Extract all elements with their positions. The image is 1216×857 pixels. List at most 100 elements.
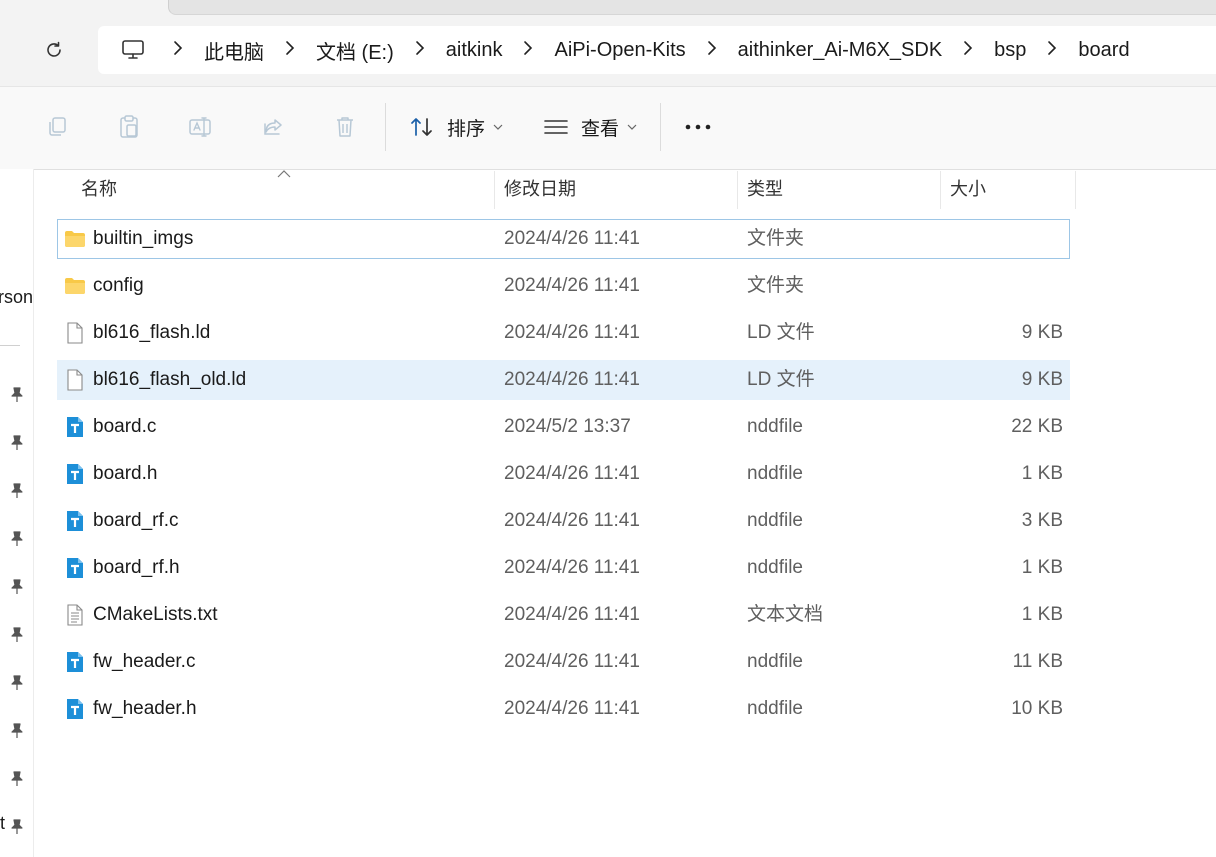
file-name: board.h bbox=[93, 463, 158, 484]
pin-icon[interactable] bbox=[8, 530, 26, 548]
pin-icon[interactable] bbox=[8, 578, 26, 596]
file-row[interactable]: board.h 2024/4/26 11:41 nddfile 1 KB bbox=[57, 454, 1070, 494]
folder-icon bbox=[64, 228, 86, 250]
breadcrumb-sdk[interactable]: aithinker_Ai-M6X_SDK bbox=[738, 39, 943, 62]
pin-icon[interactable] bbox=[8, 770, 26, 788]
file-date: 2024/4/26 11:41 bbox=[504, 369, 640, 390]
chevron-right-icon[interactable] bbox=[520, 40, 536, 61]
command-bar: 排序 查看 bbox=[0, 86, 1216, 170]
text-editor-file-icon bbox=[64, 463, 86, 485]
file-type: nddfile bbox=[747, 698, 803, 719]
file-size: 10 KB bbox=[1011, 698, 1063, 719]
chevron-down-icon bbox=[493, 123, 503, 131]
file-name: board_rf.c bbox=[93, 510, 179, 531]
pin-icon[interactable] bbox=[8, 434, 26, 452]
chevron-right-icon[interactable] bbox=[412, 40, 428, 61]
chevron-right-icon[interactable] bbox=[704, 40, 720, 61]
pin-icon[interactable] bbox=[8, 722, 26, 740]
file-size: 1 KB bbox=[1021, 604, 1063, 625]
paste-icon bbox=[120, 115, 138, 138]
nav-item-partial-label[interactable]: rson bbox=[0, 287, 33, 308]
pin-icon[interactable] bbox=[8, 386, 26, 404]
navigation-pane: rson t bbox=[0, 169, 34, 857]
file-row[interactable]: builtin_imgs 2024/4/26 11:41 文件夹 bbox=[57, 219, 1070, 259]
computer-icon bbox=[122, 40, 144, 59]
refresh-icon bbox=[47, 41, 61, 57]
text-editor-file-icon bbox=[64, 510, 86, 532]
rename-button[interactable] bbox=[183, 109, 219, 145]
column-date-modified[interactable]: 修改日期 bbox=[504, 169, 576, 209]
breadcrumb-bsp[interactable]: bsp bbox=[994, 39, 1026, 62]
chevron-right-icon[interactable] bbox=[170, 40, 186, 61]
pin-icon[interactable] bbox=[8, 818, 26, 836]
column-divider[interactable] bbox=[1075, 171, 1076, 209]
file-date: 2024/4/26 11:41 bbox=[504, 510, 640, 531]
file-size: 1 KB bbox=[1021, 557, 1063, 578]
column-divider[interactable] bbox=[737, 171, 738, 209]
chevron-right-icon[interactable] bbox=[1044, 40, 1060, 61]
more-options-button[interactable] bbox=[680, 109, 716, 145]
share-button[interactable] bbox=[255, 109, 291, 145]
file-row[interactable]: fw_header.h 2024/4/26 11:41 nddfile 10 K… bbox=[57, 689, 1070, 729]
column-divider[interactable] bbox=[494, 171, 495, 209]
column-size[interactable]: 大小 bbox=[950, 169, 986, 209]
breadcrumb-documents-drive[interactable]: 文档 (E:) bbox=[316, 36, 394, 65]
file-size: 3 KB bbox=[1021, 510, 1063, 531]
tab-strip-edge bbox=[168, 0, 1216, 15]
view-button[interactable]: 查看 bbox=[543, 109, 637, 145]
file-type: LD 文件 bbox=[747, 322, 815, 343]
address-area: 此电脑 文档 (E:) aitkink AiPi-Open-Kits aithi… bbox=[0, 0, 1216, 86]
breadcrumb-this-pc[interactable]: 此电脑 bbox=[204, 36, 264, 65]
pin-icon[interactable] bbox=[8, 626, 26, 644]
breadcrumb-aitkink[interactable]: aitkink bbox=[446, 39, 503, 62]
rename-icon bbox=[189, 117, 211, 137]
file-row[interactable]: board.c 2024/5/2 13:37 nddfile 22 KB bbox=[57, 407, 1070, 447]
this-pc-button[interactable] bbox=[116, 39, 150, 61]
file-row[interactable]: board_rf.h 2024/4/26 11:41 nddfile 1 KB bbox=[57, 548, 1070, 588]
toolbar-divider bbox=[660, 103, 661, 151]
file-type: 文件夹 bbox=[747, 228, 805, 249]
file-name: fw_header.c bbox=[93, 651, 196, 672]
paste-button[interactable] bbox=[111, 109, 147, 145]
nav-item-partial-label[interactable]: t bbox=[0, 813, 5, 834]
refresh-button[interactable] bbox=[38, 34, 70, 66]
file-row[interactable]: fw_header.c 2024/4/26 11:41 nddfile 11 K… bbox=[57, 642, 1070, 682]
file-type: 文件夹 bbox=[747, 275, 805, 296]
breadcrumb[interactable]: 此电脑 文档 (E:) aitkink AiPi-Open-Kits aithi… bbox=[98, 26, 1216, 74]
file-row[interactable]: CMakeLists.txt 2024/4/26 11:41 文本文档 1 KB bbox=[57, 595, 1070, 635]
file-icon bbox=[64, 369, 86, 391]
file-size: 9 KB bbox=[1021, 369, 1063, 390]
file-date: 2024/4/26 11:41 bbox=[504, 557, 640, 578]
toolbar-divider bbox=[385, 103, 386, 151]
file-date: 2024/4/26 11:41 bbox=[504, 651, 640, 672]
pin-icon[interactable] bbox=[8, 482, 26, 500]
file-row[interactable]: board_rf.c 2024/4/26 11:41 nddfile 3 KB bbox=[57, 501, 1070, 541]
folder-icon bbox=[64, 275, 86, 297]
pin-icon[interactable] bbox=[8, 674, 26, 692]
text-editor-file-icon bbox=[64, 698, 86, 720]
copy-button[interactable] bbox=[39, 109, 75, 145]
file-name: builtin_imgs bbox=[93, 228, 194, 249]
column-type[interactable]: 类型 bbox=[747, 169, 783, 209]
file-type: nddfile bbox=[747, 463, 803, 484]
breadcrumb-aipi-open-kits[interactable]: AiPi-Open-Kits bbox=[554, 39, 685, 62]
column-name[interactable]: 名称 bbox=[81, 169, 117, 209]
file-name: bl616_flash_old.ld bbox=[93, 369, 247, 390]
sort-button[interactable]: 排序 bbox=[409, 109, 503, 145]
sort-label: 排序 bbox=[447, 118, 486, 140]
column-divider[interactable] bbox=[940, 171, 941, 209]
delete-button[interactable] bbox=[327, 109, 363, 145]
chevron-right-icon[interactable] bbox=[960, 40, 976, 61]
file-size: 22 KB bbox=[1011, 416, 1063, 437]
chevron-right-icon[interactable] bbox=[282, 40, 298, 61]
file-row[interactable]: bl616_flash.ld 2024/4/26 11:41 LD 文件 9 K… bbox=[57, 313, 1070, 353]
file-type: LD 文件 bbox=[747, 369, 815, 390]
file-type: nddfile bbox=[747, 651, 803, 672]
file-row[interactable]: config 2024/4/26 11:41 文件夹 bbox=[57, 266, 1070, 306]
text-editor-file-icon bbox=[64, 557, 86, 579]
file-row[interactable]: bl616_flash_old.ld 2024/4/26 11:41 LD 文件… bbox=[57, 360, 1070, 400]
file-name: board.c bbox=[93, 416, 157, 437]
breadcrumb-board[interactable]: board bbox=[1078, 39, 1129, 62]
file-name: CMakeLists.txt bbox=[93, 604, 218, 625]
nav-divider bbox=[0, 345, 20, 346]
